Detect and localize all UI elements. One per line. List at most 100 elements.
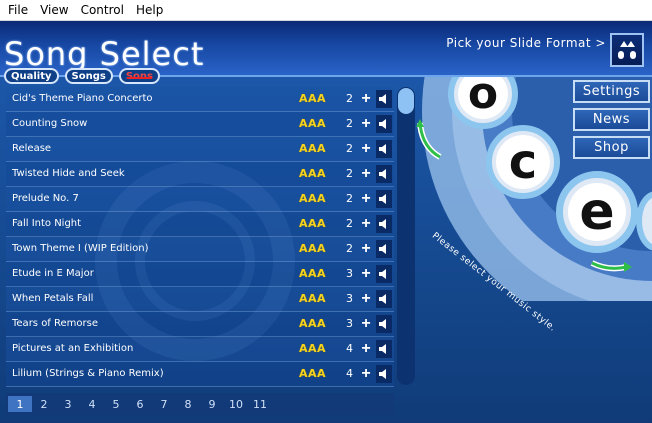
song-difficulty: 4: [346, 342, 353, 355]
song-difficulty: 3: [346, 267, 353, 280]
page-6-button[interactable]: 6: [128, 396, 152, 412]
song-title: Town Theme I (WIP Edition): [12, 243, 149, 254]
slide-format-icon: [618, 41, 636, 59]
rotate-left-arrow-icon[interactable]: [414, 119, 444, 163]
song-row[interactable]: Lilium (Strings & Piano Remix) AAA 4 +: [6, 362, 394, 387]
slide-format-button[interactable]: [610, 33, 644, 67]
page-1-button[interactable]: 1: [8, 396, 32, 412]
preview-speaker-icon[interactable]: [376, 340, 392, 358]
song-grade: AAA: [299, 117, 327, 130]
page-11-button[interactable]: 11: [248, 396, 272, 412]
page-7-button[interactable]: 7: [152, 396, 176, 412]
menu-help[interactable]: Help: [130, 3, 169, 17]
preview-speaker-icon[interactable]: [376, 290, 392, 308]
song-row[interactable]: Counting Snow AAA 2 +: [6, 112, 394, 137]
add-song-icon[interactable]: +: [359, 216, 373, 232]
add-song-icon[interactable]: +: [359, 291, 373, 307]
song-grade: AAA: [299, 192, 327, 205]
song-difficulty: 2: [346, 117, 353, 130]
song-grade: AAA: [299, 317, 327, 330]
page-4-button[interactable]: 4: [80, 396, 104, 412]
song-row[interactable]: Release AAA 2 +: [6, 137, 394, 162]
style-option-c[interactable]: c: [486, 125, 560, 199]
sort-tabs: Quality Songs Sons: [4, 68, 160, 84]
page-10-button[interactable]: 10: [224, 396, 248, 412]
song-grade: AAA: [299, 242, 327, 255]
song-title: Lilium (Strings & Piano Remix): [12, 368, 164, 379]
preview-speaker-icon[interactable]: [376, 165, 392, 183]
preview-speaker-icon[interactable]: [376, 240, 392, 258]
menu-bar: File View Control Help: [0, 0, 652, 21]
menu-file[interactable]: File: [2, 3, 34, 17]
preview-speaker-icon[interactable]: [376, 315, 392, 333]
add-song-icon[interactable]: +: [359, 341, 373, 357]
add-song-icon[interactable]: +: [359, 366, 373, 382]
song-select-screen: o c e Please select your music style. So…: [0, 21, 652, 423]
song-row[interactable]: Prelude No. 7 AAA 2 +: [6, 187, 394, 212]
song-difficulty: 2: [346, 242, 353, 255]
song-title: Tears of Remorse: [12, 318, 98, 329]
settings-button[interactable]: Settings: [573, 80, 650, 103]
song-title: Cid's Theme Piano Concerto: [12, 93, 153, 104]
preview-speaker-icon[interactable]: [376, 115, 392, 133]
page-3-button[interactable]: 3: [56, 396, 80, 412]
page-9-button[interactable]: 9: [200, 396, 224, 412]
song-title: Counting Snow: [12, 118, 88, 129]
song-row[interactable]: Town Theme I (WIP Edition) AAA 2 +: [6, 237, 394, 262]
song-row[interactable]: Fall Into Night AAA 2 +: [6, 212, 394, 237]
add-song-icon[interactable]: +: [359, 91, 373, 107]
song-grade: AAA: [299, 367, 327, 380]
song-list-scrollbar[interactable]: [397, 87, 415, 385]
add-song-icon[interactable]: +: [359, 116, 373, 132]
song-title: Prelude No. 7: [12, 193, 79, 204]
add-song-icon[interactable]: +: [359, 191, 373, 207]
song-title: Fall Into Night: [12, 218, 82, 229]
style-option-e[interactable]: e: [556, 171, 638, 253]
song-row[interactable]: Pictures at an Exhibition AAA 4 +: [6, 337, 394, 362]
add-song-icon[interactable]: +: [359, 266, 373, 282]
add-song-icon[interactable]: +: [359, 316, 373, 332]
shop-button[interactable]: Shop: [573, 136, 650, 159]
style-letter-c: c: [508, 134, 538, 190]
song-row[interactable]: Cid's Theme Piano Concerto AAA 2 +: [6, 87, 394, 112]
preview-speaker-icon[interactable]: [376, 140, 392, 158]
preview-speaker-icon[interactable]: [376, 90, 392, 108]
song-title: When Petals Fall: [12, 293, 94, 304]
style-letter-e: e: [579, 182, 615, 242]
song-difficulty: 2: [346, 192, 353, 205]
song-row[interactable]: When Petals Fall AAA 3 +: [6, 287, 394, 312]
song-grade: AAA: [299, 92, 327, 105]
song-title: Pictures at an Exhibition: [12, 343, 134, 354]
rotate-right-arrow-icon[interactable]: [590, 257, 634, 277]
song-grade: AAA: [299, 142, 327, 155]
preview-speaker-icon[interactable]: [376, 365, 392, 383]
sort-quality-tab[interactable]: Quality: [4, 68, 59, 84]
song-row[interactable]: Twisted Hide and Seek AAA 2 +: [6, 162, 394, 187]
song-title: Etude in E Major: [12, 268, 94, 279]
song-list: Cid's Theme Piano Concerto AAA 2 + Counting …: [6, 87, 394, 387]
sort-songs-tab[interactable]: Songs: [64, 68, 113, 84]
pick-format-label: Pick your Slide Format >: [446, 36, 606, 50]
menu-view[interactable]: View: [34, 3, 74, 17]
song-row[interactable]: Tears of Remorse AAA 3 +: [6, 312, 394, 337]
style-letter-o: o: [467, 68, 499, 119]
page-2-button[interactable]: 2: [32, 396, 56, 412]
preview-speaker-icon[interactable]: [376, 215, 392, 233]
song-difficulty: 2: [346, 167, 353, 180]
preview-speaker-icon[interactable]: [376, 190, 392, 208]
preview-speaker-icon[interactable]: [376, 265, 392, 283]
song-difficulty: 2: [346, 92, 353, 105]
song-grade: AAA: [299, 267, 327, 280]
news-button[interactable]: News: [573, 108, 650, 131]
page-8-button[interactable]: 8: [176, 396, 200, 412]
add-song-icon[interactable]: +: [359, 141, 373, 157]
song-difficulty: 2: [346, 142, 353, 155]
song-grade: AAA: [299, 167, 327, 180]
add-song-icon[interactable]: +: [359, 166, 373, 182]
menu-control[interactable]: Control: [75, 3, 130, 17]
page-5-button[interactable]: 5: [104, 396, 128, 412]
song-row[interactable]: Etude in E Major AAA 3 +: [6, 262, 394, 287]
scrollbar-thumb[interactable]: [398, 88, 414, 114]
add-song-icon[interactable]: +: [359, 241, 373, 257]
song-grade: AAA: [299, 292, 327, 305]
